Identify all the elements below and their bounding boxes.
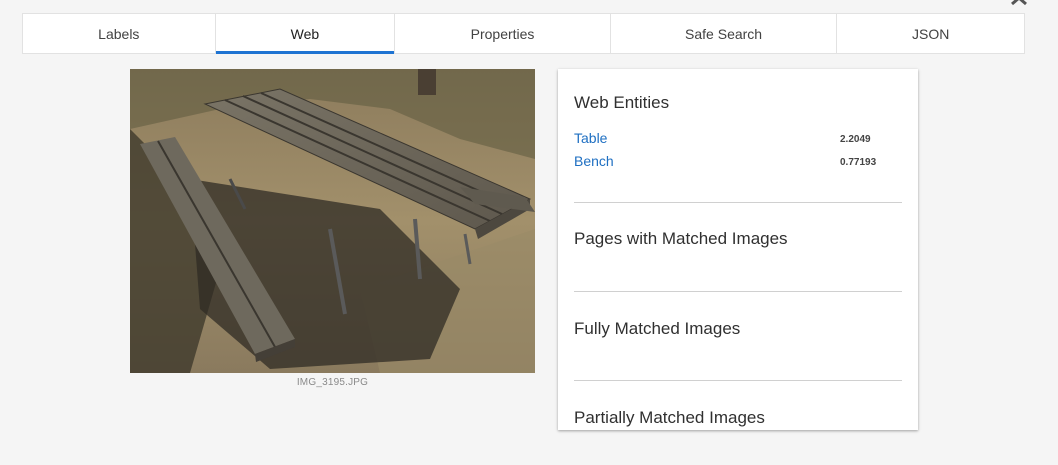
fully-matched-section: Fully Matched Images — [574, 319, 902, 339]
entity-row-bench: Bench 0.77193 — [574, 153, 902, 176]
entity-row-table: Table 2.2049 — [574, 130, 902, 153]
image-filename: IMG_3195.JPG — [296, 377, 369, 388]
tab-safe-search[interactable]: Safe Search — [611, 14, 838, 53]
entity-link-bench[interactable]: Bench — [574, 153, 614, 169]
tab-labels[interactable]: Labels — [23, 14, 216, 53]
tab-web[interactable]: Web — [215, 14, 396, 54]
tab-properties[interactable]: Properties — [395, 14, 611, 53]
picnic-table-photo — [130, 69, 535, 373]
section-divider — [574, 380, 902, 381]
web-entities-section: Web Entities Table 2.2049 Bench 0.77193 — [574, 93, 902, 176]
web-entities-title: Web Entities — [574, 93, 670, 112]
vision-results-page: Labels Web Properties Safe Search JSON I… — [0, 0, 1058, 465]
pages-matched-title: Pages with Matched Images — [574, 229, 788, 248]
entity-score-table: 2.2049 — [840, 134, 871, 145]
entity-score-bench: 0.77193 — [840, 157, 877, 168]
web-results-card: Web Entities Table 2.2049 Bench 0.77193 … — [558, 69, 918, 430]
section-divider — [574, 202, 902, 203]
uploaded-image — [130, 69, 535, 373]
partially-matched-section: Partially Matched Images — [574, 408, 902, 428]
section-divider — [574, 291, 902, 292]
close-icon[interactable] — [1010, 0, 1028, 6]
partially-matched-title: Partially Matched Images — [574, 408, 765, 427]
result-tabs: Labels Web Properties Safe Search JSON — [22, 13, 1025, 54]
entity-link-table[interactable]: Table — [574, 130, 607, 146]
fully-matched-title: Fully Matched Images — [574, 319, 741, 338]
tab-json[interactable]: JSON — [837, 14, 1024, 53]
pages-matched-section: Pages with Matched Images — [574, 229, 902, 249]
